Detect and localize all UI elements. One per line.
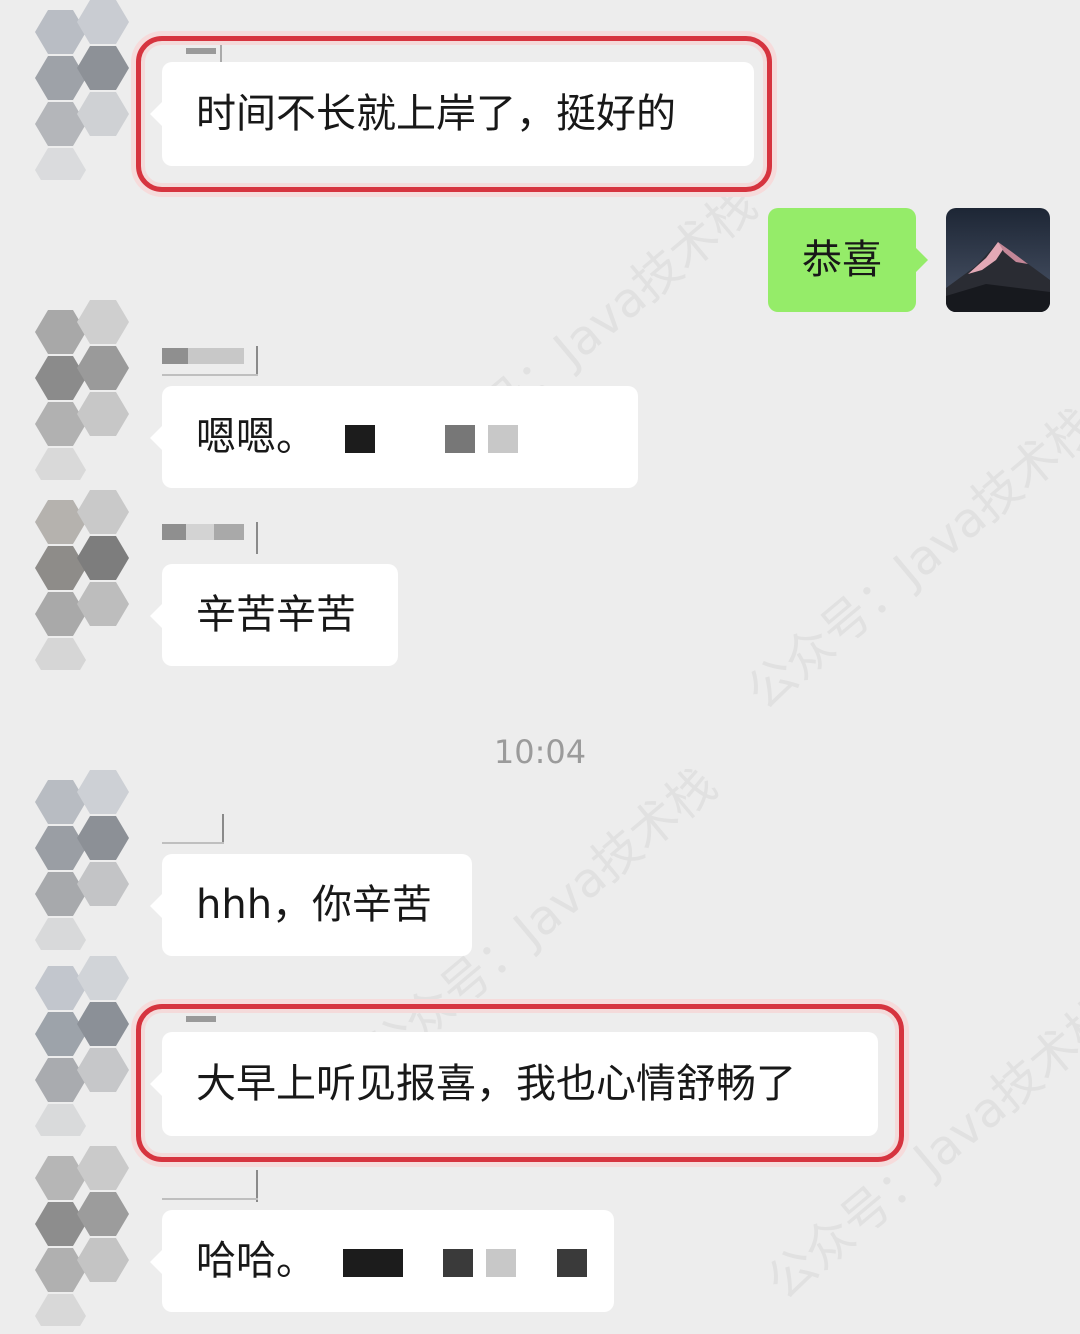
contact-avatar[interactable] (18, 490, 136, 670)
timestamp: 10:04 (493, 733, 587, 771)
redacted-content (486, 1249, 517, 1277)
message-text: hhh，你辛苦 (196, 882, 433, 928)
message-bubble-incoming[interactable]: 嗯嗯。 (150, 386, 638, 488)
my-avatar[interactable] (946, 208, 1050, 312)
contact-avatar[interactable] (18, 300, 136, 480)
pixelated-avatar-icon (35, 300, 129, 480)
message-text: 辛苦辛苦 (196, 592, 356, 638)
pixelated-avatar-icon (35, 770, 129, 950)
message-bubble-incoming[interactable]: hhh，你辛苦 (150, 854, 472, 956)
message-bubble-incoming[interactable]: 哈哈。 (150, 1210, 614, 1312)
sender-name-redacted (162, 346, 258, 376)
redacted-content (445, 425, 476, 453)
redacted-content (488, 425, 519, 453)
pixelated-avatar-icon (35, 490, 129, 670)
pixelated-avatar-icon (35, 1146, 129, 1326)
message-bubble-outgoing[interactable]: 恭喜 (768, 208, 928, 312)
pixelated-avatar-icon (35, 0, 129, 180)
watermark: 公众号：Java技术栈 (736, 396, 1080, 721)
contact-avatar[interactable] (18, 0, 136, 180)
chat-window: 公众号：Java技术栈 公众号：Java技术栈 公众号：Java技术栈 公众号：… (0, 0, 1080, 1334)
redacted-content (344, 425, 375, 453)
message-text: 恭喜 (802, 237, 882, 283)
redacted-content (342, 1249, 403, 1277)
sender-name-redacted (162, 1170, 258, 1202)
redacted-content (556, 1249, 587, 1277)
contact-avatar[interactable] (18, 1146, 136, 1326)
highlight-frame (136, 36, 772, 192)
pixelated-avatar-icon (35, 956, 129, 1136)
contact-avatar[interactable] (18, 770, 136, 950)
contact-avatar[interactable] (18, 956, 136, 1136)
message-text: 哈哈。 (196, 1238, 316, 1284)
message-bubble-incoming[interactable]: 辛苦辛苦 (150, 564, 398, 666)
highlight-frame (136, 1004, 904, 1162)
message-text: 嗯嗯。 (196, 414, 316, 460)
sender-name-redacted (162, 522, 258, 554)
redacted-content (443, 1249, 474, 1277)
sender-name-redacted (162, 814, 224, 844)
mountain-avatar-icon (946, 208, 1050, 312)
